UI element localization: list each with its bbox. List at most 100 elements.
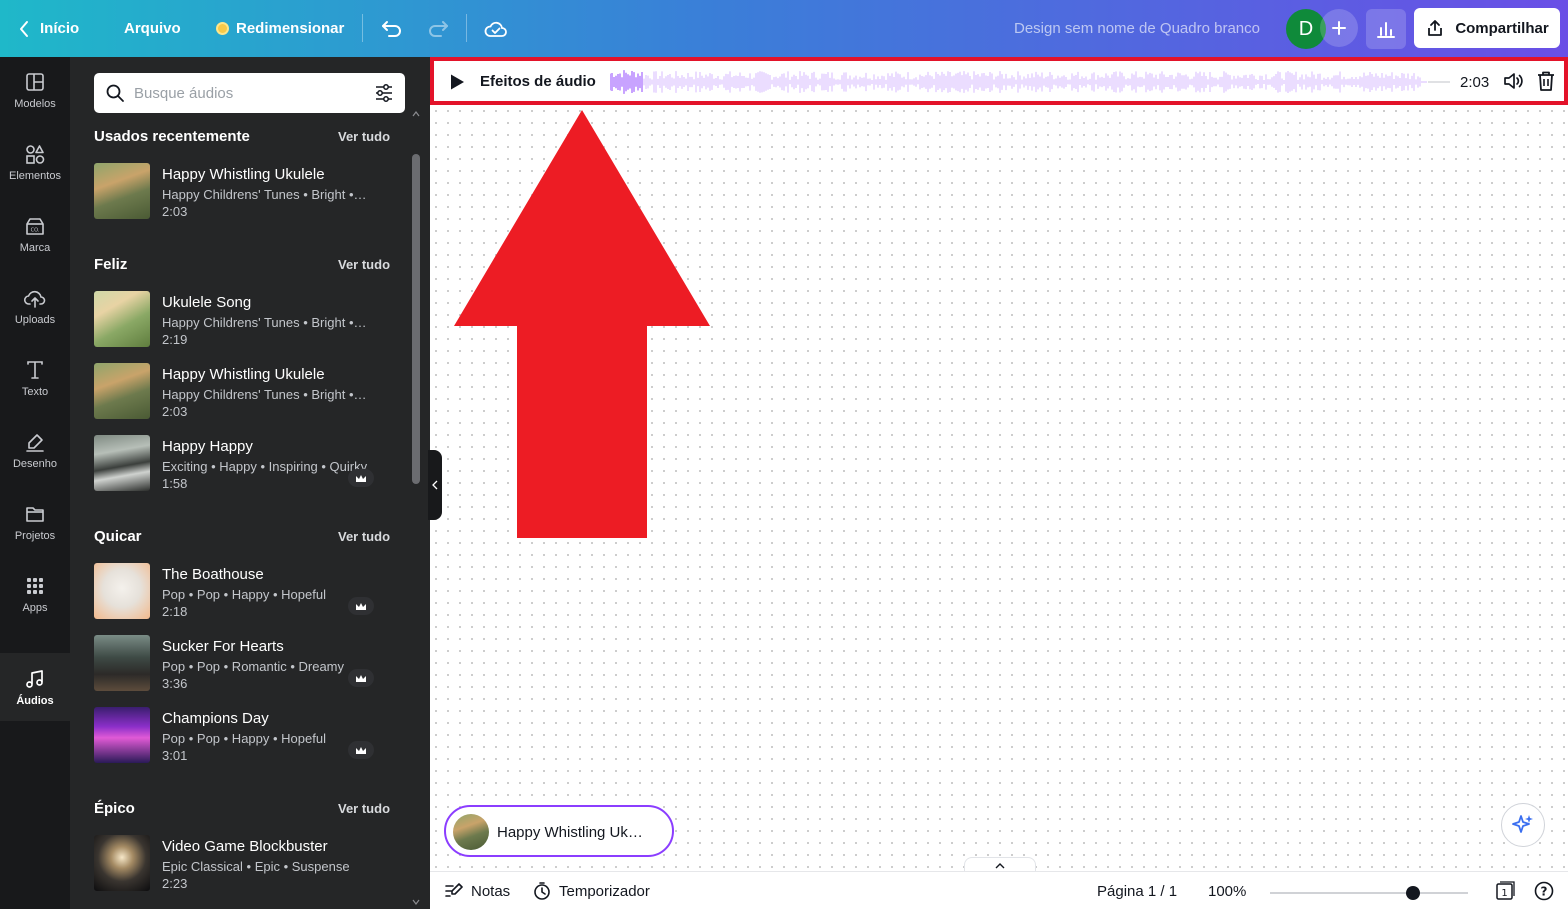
track-tags: Happy Childrens' Tunes • Bright •…: [162, 315, 367, 330]
search-icon: [106, 84, 124, 102]
track-title: Video Game Blockbuster: [162, 838, 328, 855]
audio-track[interactable]: Happy Whistling Ukulele Happy Childrens'…: [94, 163, 384, 221]
section-title: Usados recentemente: [94, 128, 250, 145]
zoom-level[interactable]: 100%: [1208, 872, 1246, 909]
see-all-link[interactable]: Ver tudo: [338, 257, 390, 272]
templates-icon: [26, 72, 44, 91]
track-tags: Happy Childrens' Tunes • Bright •…: [162, 187, 367, 202]
see-all-link[interactable]: Ver tudo: [338, 801, 390, 816]
file-menu[interactable]: Arquivo: [124, 0, 181, 57]
cloud-check-icon: [484, 21, 507, 37]
notes-pencil-icon: [445, 883, 463, 897]
filter-sliders-icon[interactable]: [374, 83, 394, 103]
help-button[interactable]: ?: [1534, 872, 1554, 909]
chevron-left-icon: [432, 480, 438, 490]
track-duration: 2:03: [162, 404, 188, 419]
audio-track[interactable]: Happy Whistling Ukulele Happy Childrens'…: [94, 363, 384, 421]
play-icon[interactable]: [448, 73, 466, 91]
rail-item-brand[interactable]: CO. Marca: [0, 201, 70, 267]
page-label: Página 1 / 1: [1097, 882, 1178, 900]
rail-item-text[interactable]: Texto: [0, 345, 70, 411]
track-thumbnail: [94, 563, 150, 619]
track-thumbnail: [94, 835, 150, 891]
search-input[interactable]: Busque áudios: [134, 85, 233, 102]
track-duration: 2:19: [162, 332, 188, 347]
rail-label: Modelos: [14, 97, 56, 110]
audio-track[interactable]: Video Game Blockbuster Epic Classical • …: [94, 835, 384, 893]
audio-track[interactable]: Sucker For Hearts Pop • Pop • Romantic •…: [94, 635, 384, 693]
rail-item-apps[interactable]: Apps: [0, 561, 70, 627]
rail-label: Texto: [21, 385, 49, 398]
rail-item-projects[interactable]: Projetos: [0, 489, 70, 555]
redo-icon: [429, 20, 448, 37]
rail-item-audio[interactable]: Áudios: [0, 653, 70, 721]
divider: [362, 14, 363, 42]
timer-icon: [534, 882, 550, 900]
redo-button[interactable]: [426, 0, 450, 57]
track-duration: 1:58: [162, 476, 188, 491]
audio-track[interactable]: The Boathouse Pop • Pop • Happy • Hopefu…: [94, 563, 384, 621]
see-all-link[interactable]: Ver tudo: [338, 529, 390, 544]
audio-waveform[interactable]: [610, 67, 1450, 97]
scrollbar-thumb[interactable]: [412, 154, 420, 484]
collapse-panel-button[interactable]: [428, 450, 442, 520]
panel-scrollbar[interactable]: [408, 109, 424, 909]
zoom-slider-track[interactable]: [1270, 892, 1468, 894]
section-title: Feliz: [94, 256, 128, 273]
audio-track[interactable]: Champions Day Pop • Pop • Happy • Hopefu…: [94, 707, 384, 765]
see-all-link[interactable]: Ver tudo: [338, 129, 390, 144]
rail-item-elements[interactable]: Elementos: [0, 129, 70, 195]
audio-track-pill[interactable]: Happy Whistling Uk…: [444, 805, 674, 857]
page-grid-button[interactable]: 1: [1494, 872, 1516, 909]
audio-pill-thumbnail: [453, 814, 489, 850]
magic-assistant-button[interactable]: [1501, 803, 1545, 847]
track-thumbnail: [94, 435, 150, 491]
draw-icon: [26, 433, 44, 452]
insights-button[interactable]: [1366, 9, 1406, 49]
track-thumbnail: [94, 707, 150, 763]
add-collaborator-button[interactable]: [1320, 9, 1358, 47]
app-root: Início Arquivo Redimensionar Design sem …: [0, 0, 1568, 909]
volume-icon[interactable]: [1502, 71, 1524, 91]
cloud-save-status[interactable]: [484, 0, 508, 57]
bottom-bar: Notas Temporizador Página 1 / 1 100% 1 ?: [430, 871, 1568, 909]
audio-effects-label[interactable]: Efeitos de áudio: [480, 73, 596, 90]
chevron-left-icon: [20, 20, 28, 37]
rail-item-templates[interactable]: Modelos: [0, 57, 70, 123]
track-duration: 2:03: [162, 204, 188, 219]
track-tags: Pop • Pop • Happy • Hopeful: [162, 587, 326, 602]
zoom-slider-handle[interactable]: [1405, 886, 1420, 900]
rail-item-draw[interactable]: Desenho: [0, 417, 70, 483]
track-tags: Happy Childrens' Tunes • Bright •…: [162, 387, 367, 402]
share-upload-icon: [1428, 20, 1443, 36]
red-arrow-annotation: [454, 110, 710, 538]
track-duration: 2:23: [162, 876, 188, 891]
rail-item-uploads[interactable]: Uploads: [0, 273, 70, 339]
audio-track[interactable]: Happy Happy Exciting • Happy • Inspiring…: [94, 435, 384, 493]
resize-button[interactable]: Redimensionar: [216, 0, 344, 57]
track-thumbnail: [94, 291, 150, 347]
rail-label: Áudios: [16, 694, 54, 707]
rail-label: Elementos: [9, 169, 61, 182]
search-box[interactable]: Busque áudios: [94, 73, 405, 113]
timer-button[interactable]: Temporizador: [532, 872, 650, 909]
notes-button[interactable]: Notas: [444, 872, 510, 909]
premium-crown-icon: [348, 597, 374, 615]
track-title: The Boathouse: [162, 566, 264, 583]
trash-icon[interactable]: [1536, 70, 1556, 92]
design-title[interactable]: Design sem nome de Quadro branco: [1014, 0, 1260, 57]
plus-icon: [1332, 21, 1346, 35]
track-tags: Exciting • Happy • Inspiring • Quirky: [162, 459, 368, 474]
track-duration: 3:36: [162, 676, 188, 691]
home-button[interactable]: Início: [18, 0, 79, 57]
premium-crown-icon: [348, 469, 374, 487]
page-indicator[interactable]: Página 1 / 1: [1097, 872, 1177, 909]
share-button[interactable]: Compartilhar: [1414, 8, 1560, 48]
resize-label: Redimensionar: [236, 20, 345, 37]
sparkle-icon: [1512, 815, 1533, 833]
undo-button[interactable]: [380, 0, 404, 57]
audio-pill-label: Happy Whistling Uk…: [497, 824, 643, 841]
track-duration: 2:18: [162, 604, 188, 619]
audio-track[interactable]: Ukulele Song Happy Childrens' Tunes • Br…: [94, 291, 384, 349]
notes-label: Notas: [471, 882, 511, 900]
